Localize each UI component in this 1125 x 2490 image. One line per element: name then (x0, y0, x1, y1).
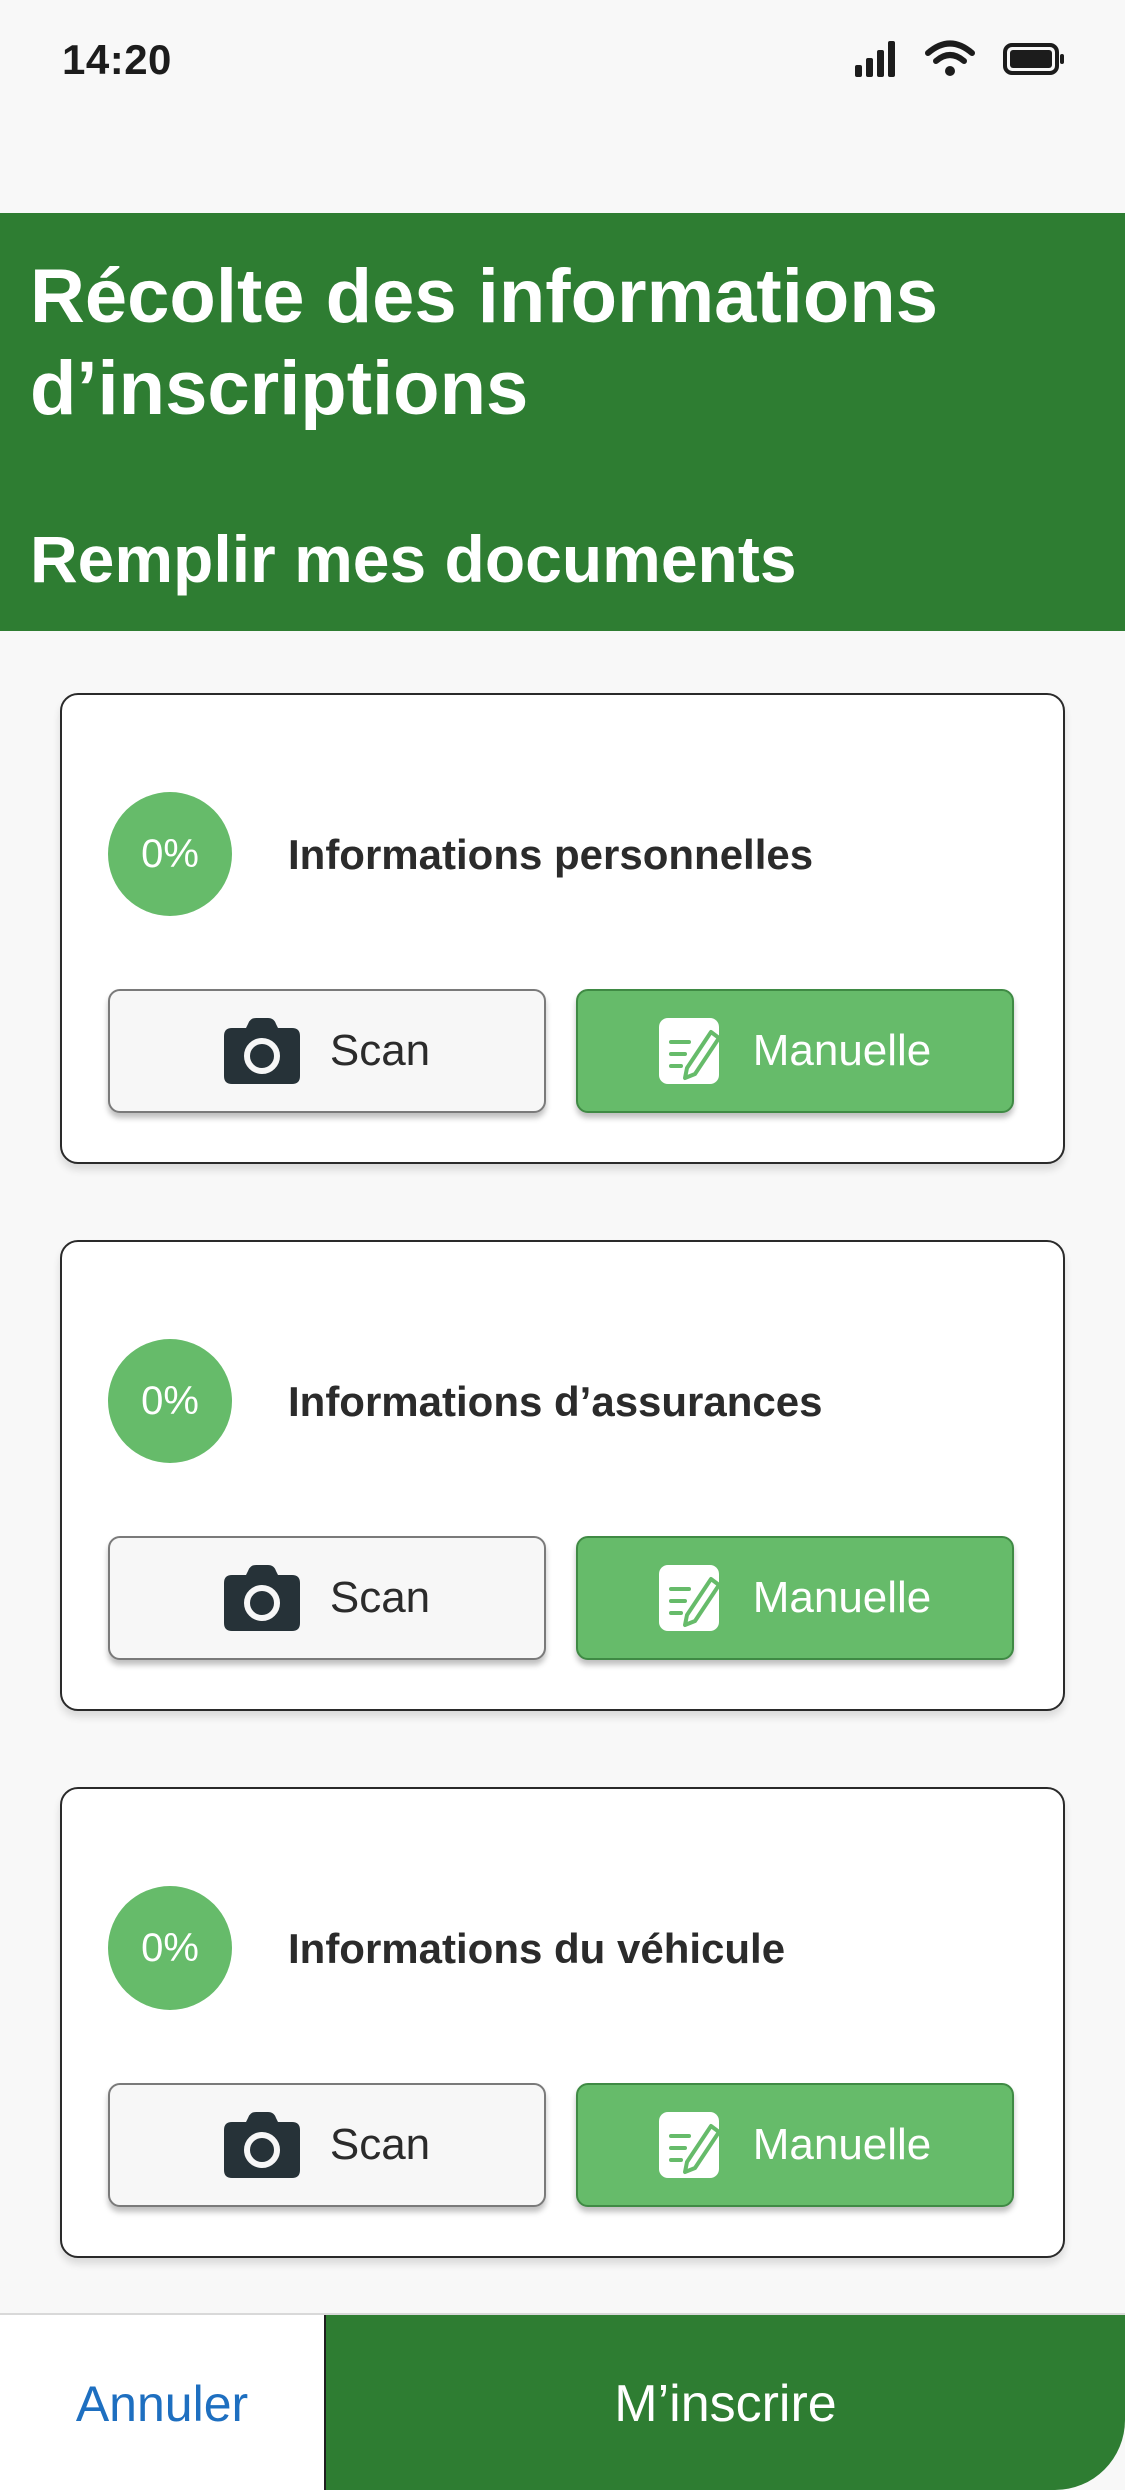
manual-button[interactable]: Manuelle (576, 989, 1014, 1113)
document-card-vehicle: 0% Informations du véhicule Scan Manuell… (60, 1787, 1065, 2258)
card-title: Informations personnelles (288, 831, 814, 878)
progress-badge: 0% (108, 1886, 232, 2010)
document-card-insurance: 0% Informations d’assurances Scan Manuel… (60, 1240, 1065, 1711)
cancel-button[interactable]: Annuler (0, 2315, 324, 2490)
wifi-icon (925, 40, 975, 78)
camera-icon (223, 1018, 300, 1084)
edit-form-icon (658, 1565, 723, 1631)
scan-button[interactable]: Scan (108, 2083, 546, 2207)
document-cards: 0% Informations personnelles Scan Manuel… (60, 693, 1065, 2334)
progress-badge: 0% (108, 792, 232, 916)
manual-button[interactable]: Manuelle (576, 1536, 1014, 1660)
scan-button[interactable]: Scan (108, 989, 546, 1113)
manual-button-label: Manuelle (752, 1026, 932, 1075)
document-card-personal: 0% Informations personnelles Scan Manuel… (60, 693, 1065, 1164)
card-title: Informations du véhicule (288, 1925, 786, 1972)
scan-button-label: Scan (329, 1573, 431, 1622)
manual-button-label: Manuelle (752, 1573, 932, 1622)
manual-button-label: Manuelle (752, 2120, 932, 2169)
register-button[interactable]: M’inscrire (324, 2315, 1125, 2490)
app-screen: 14:20 Récolte des informations d’inscrip… (0, 0, 1125, 2490)
bottom-action-bar: Annuler M’inscrire (0, 2313, 1125, 2490)
scan-button-label: Scan (329, 1026, 431, 1075)
camera-icon (223, 1565, 300, 1631)
edit-form-icon (658, 2112, 723, 2178)
scan-button[interactable]: Scan (108, 1536, 546, 1660)
battery-icon (1003, 43, 1065, 75)
signal-icon (855, 41, 897, 77)
scan-button-label: Scan (329, 2120, 431, 2169)
status-bar: 14:20 (0, 0, 1125, 120)
page-subtitle: Remplir mes documents (30, 522, 797, 596)
page-header: Récolte des informations d’inscriptions … (0, 213, 1125, 631)
manual-button[interactable]: Manuelle (576, 2083, 1014, 2207)
progress-badge: 0% (108, 1339, 232, 1463)
edit-form-icon (658, 1018, 723, 1084)
card-title: Informations d’assurances (288, 1378, 823, 1425)
status-icons (855, 40, 1065, 78)
page-title: Récolte des informations d’inscriptions (30, 254, 938, 431)
status-time: 14:20 (62, 36, 172, 83)
camera-icon (223, 2112, 300, 2178)
